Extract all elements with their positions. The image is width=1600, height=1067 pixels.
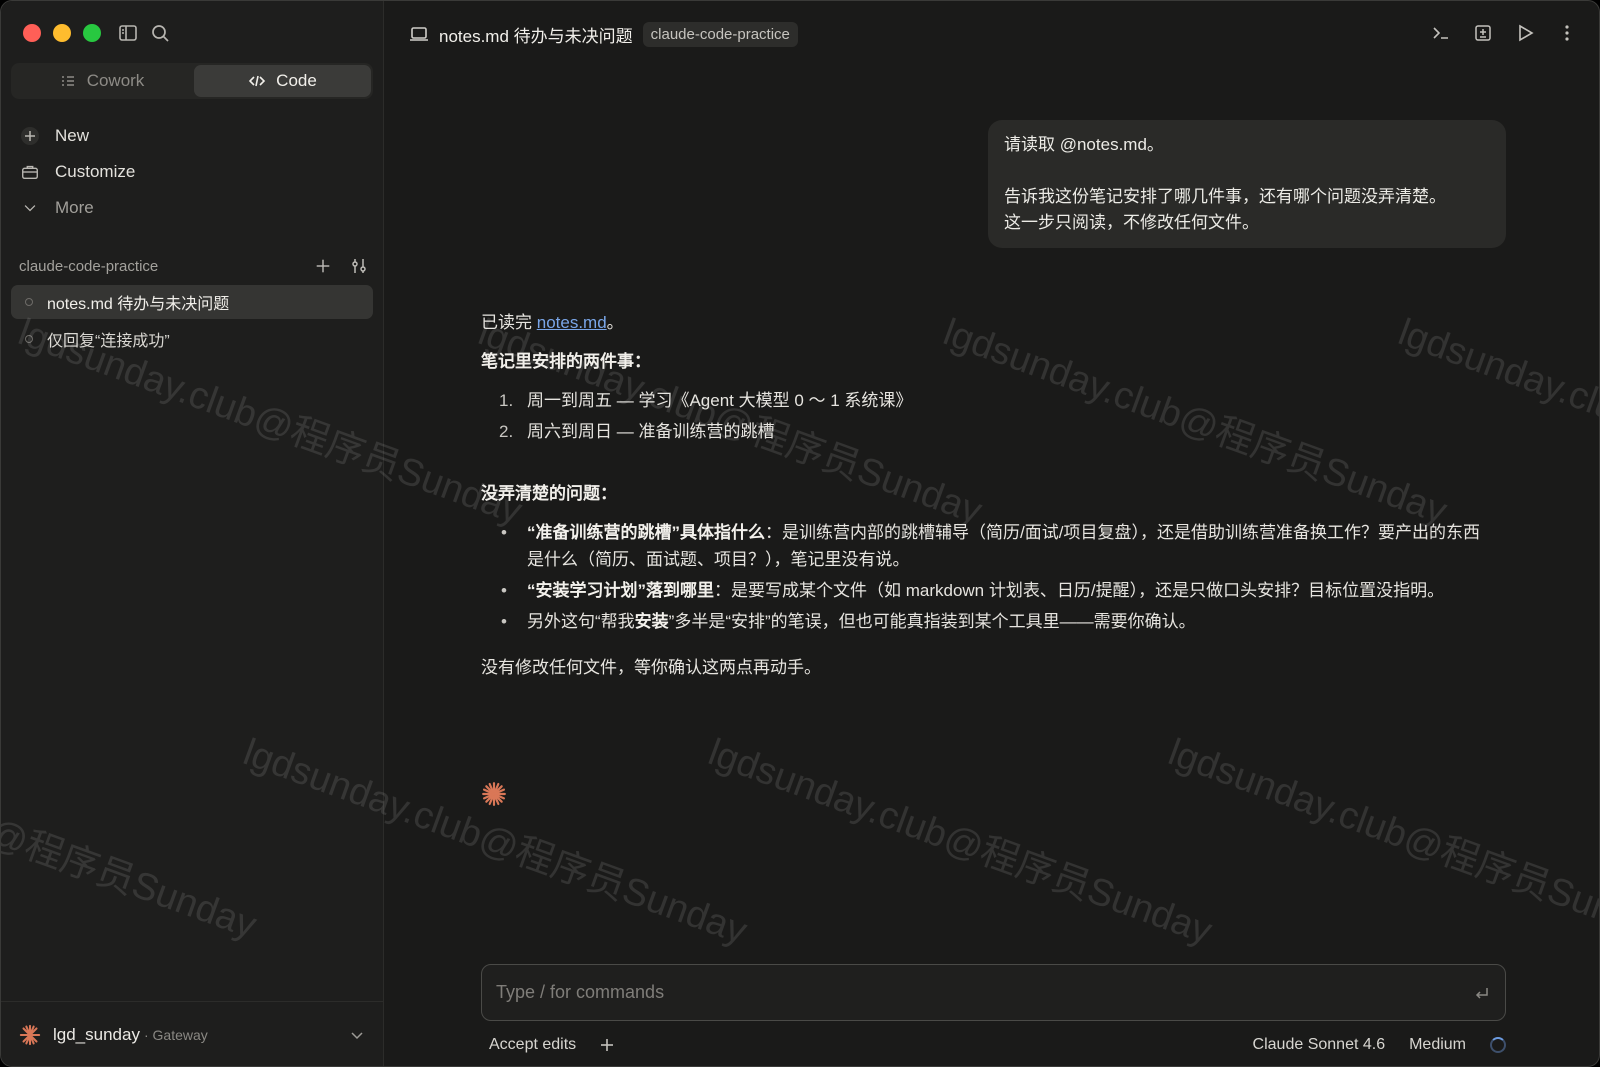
model-selector[interactable]: Claude Sonnet 4.6	[1253, 1036, 1386, 1054]
list-number: 2.	[499, 422, 514, 441]
more-button[interactable]: More	[19, 190, 369, 226]
issue-list: • “准备训练营的跳槽”具体指什么：是训练营内部的跳槽辅导（简历/面试/项目复盘）…	[481, 519, 1491, 635]
list-item: 1. 周一到周五 — 学习《Agent 大模型 0 ～ 1 系统课》	[481, 385, 1491, 416]
chevron-down-icon	[351, 1032, 363, 1040]
issues-heading: 没弄清楚的问题：	[481, 484, 617, 503]
code-tab-label: Code	[276, 71, 317, 90]
tasks-heading: 笔记里安排的两件事：	[481, 352, 651, 371]
new-label: New	[55, 126, 90, 145]
task-list: 1. 周一到周五 — 学习《Agent 大模型 0 ～ 1 系统课》 2. 周六到周…	[481, 385, 1491, 447]
read-prefix: 已读完	[481, 313, 537, 332]
prompt-composer	[481, 964, 1506, 1021]
user-message-line: 这一步只阅读，不修改任何文件。	[1004, 213, 1259, 232]
issue-title: “安装学习计划”落到哪里	[527, 581, 714, 600]
titlebar: notes.md 待办与未决问题 claude-code-practice	[409, 19, 798, 49]
account-gateway-tag: · Gateway	[143, 1027, 208, 1043]
laptop-icon	[410, 27, 428, 41]
minimize-window-button[interactable]	[53, 24, 71, 42]
read-confirmation: 已读完 notes.md。	[481, 309, 1491, 337]
list-item: • “准备训练营的跳槽”具体指什么：是训练营内部的跳槽辅导（简历/面试/项目复盘）…	[501, 523, 1480, 569]
task-text: 周一到周五 — 学习《Agent 大模型 0 ～ 1 系统课》	[527, 391, 913, 410]
enter-icon[interactable]	[1473, 984, 1491, 1002]
briefcase-icon	[19, 161, 41, 183]
more-label: More	[55, 198, 94, 217]
cowork-tab[interactable]: Cowork	[13, 65, 190, 97]
project-chip[interactable]: claude-code-practice	[642, 21, 798, 47]
session-label: notes.md 待办与未决问题	[47, 296, 230, 313]
session-status-icon	[25, 335, 33, 343]
top-actions	[1431, 23, 1577, 43]
new-session-button[interactable]: New	[19, 118, 369, 154]
checklist-icon	[61, 76, 74, 86]
list-number: 1.	[499, 391, 514, 410]
session-item[interactable]: notes.md 待办与未决问题	[11, 285, 373, 319]
main-panel: notes.md 待办与未决问题 claude-code-practice 请读…	[385, 1, 1599, 1066]
issue-title: 安装	[634, 612, 669, 631]
account-name: lgd_sunday	[53, 1025, 140, 1044]
chevron-down-icon	[19, 197, 41, 219]
issue-text: ”多半是“安排”的笔误，但也可能真指装到某个工具里——需要你确认。	[668, 612, 1196, 631]
filter-sliders-icon[interactable]	[349, 256, 369, 276]
code-tab[interactable]: Code	[194, 65, 371, 97]
user-message-line: 请读取 @notes.md。	[1004, 135, 1164, 154]
code-icon	[249, 75, 266, 87]
effort-selector[interactable]: Medium	[1409, 1036, 1466, 1054]
customize-button[interactable]: Customize	[19, 154, 369, 190]
accept-edits-toggle[interactable]: Accept edits	[489, 1036, 576, 1054]
close-window-button[interactable]	[23, 24, 41, 42]
project-header: claude-code-practice	[19, 253, 369, 279]
sidebar: Cowork Code New Customize More claude-co…	[1, 1, 384, 1066]
notes-file-link[interactable]: notes.md	[537, 313, 607, 332]
add-attachment-icon[interactable]	[598, 1036, 616, 1054]
zoom-window-button[interactable]	[83, 24, 101, 42]
more-options-icon[interactable]	[1557, 23, 1577, 43]
terminal-icon[interactable]	[1431, 23, 1451, 43]
composer-footer: Accept edits Claude Sonnet 4.6 Medium	[481, 1031, 1506, 1059]
issue-text: 另外这句“帮我	[527, 612, 635, 631]
thinking-spark-icon	[482, 782, 506, 806]
session-label: 仅回复“连接成功”	[47, 333, 170, 350]
issue-title: “准备训练营的跳槽”具体指什么	[527, 523, 765, 542]
diff-panel-icon[interactable]	[1473, 23, 1493, 43]
play-icon[interactable]	[1515, 23, 1535, 43]
user-message-line: 告诉我这份笔记安排了哪几件事，还有哪个问题没弄清楚。	[1004, 187, 1446, 206]
mode-switch: Cowork Code	[11, 63, 373, 99]
list-item: • “安装学习计划”落到哪里：是要写成某个文件（如 markdown 计划表、日历…	[501, 581, 1445, 600]
session-item[interactable]: 仅回复“连接成功”	[11, 322, 373, 356]
final-note: 没有修改任何文件，等你确认这两点再动手。	[481, 658, 821, 677]
issue-text: ：是要写成某个文件（如 markdown 计划表、日历/提醒），还是只做口头安排…	[714, 581, 1445, 600]
assistant-response: 已读完 notes.md。 笔记里安排的两件事： 1. 周一到周五 — 学习《Ag…	[481, 309, 1491, 681]
user-message: 请读取 @notes.md。 告诉我这份笔记安排了哪几件事，还有哪个问题没弄清楚…	[988, 120, 1506, 248]
customize-label: Customize	[55, 162, 136, 181]
session-title[interactable]: notes.md 待办与未决问题	[439, 22, 633, 47]
add-session-icon[interactable]	[313, 256, 333, 276]
list-item: 2. 周六到周日 — 准备训练营的跳槽	[481, 416, 1491, 447]
task-text: 周六到周日 — 准备训练营的跳槽	[527, 422, 775, 441]
cowork-tab-label: Cowork	[86, 71, 145, 90]
account-switcher[interactable]: lgd_sunday · Gateway	[1, 1001, 383, 1066]
sidebar-nav: New Customize More	[19, 118, 369, 226]
prompt-input[interactable]	[496, 982, 1473, 1003]
window-controls	[23, 24, 101, 42]
sidebar-toggle-icon[interactable]	[117, 22, 139, 44]
app-window: Cowork Code New Customize More claude-co…	[0, 0, 1600, 1067]
session-status-icon	[25, 298, 33, 306]
plus-icon	[19, 125, 41, 147]
session-list: notes.md 待办与未决问题 仅回复“连接成功”	[11, 285, 373, 359]
project-name: claude-code-practice	[19, 257, 159, 275]
read-suffix: 。	[606, 313, 624, 332]
loading-spinner-icon	[1490, 1037, 1506, 1053]
search-icon[interactable]	[149, 22, 171, 44]
claude-spark-icon	[19, 1024, 41, 1046]
list-item: • 另外这句“帮我安装”多半是“安排”的笔误，但也可能真指装到某个工具里——需要你…	[501, 612, 1196, 631]
